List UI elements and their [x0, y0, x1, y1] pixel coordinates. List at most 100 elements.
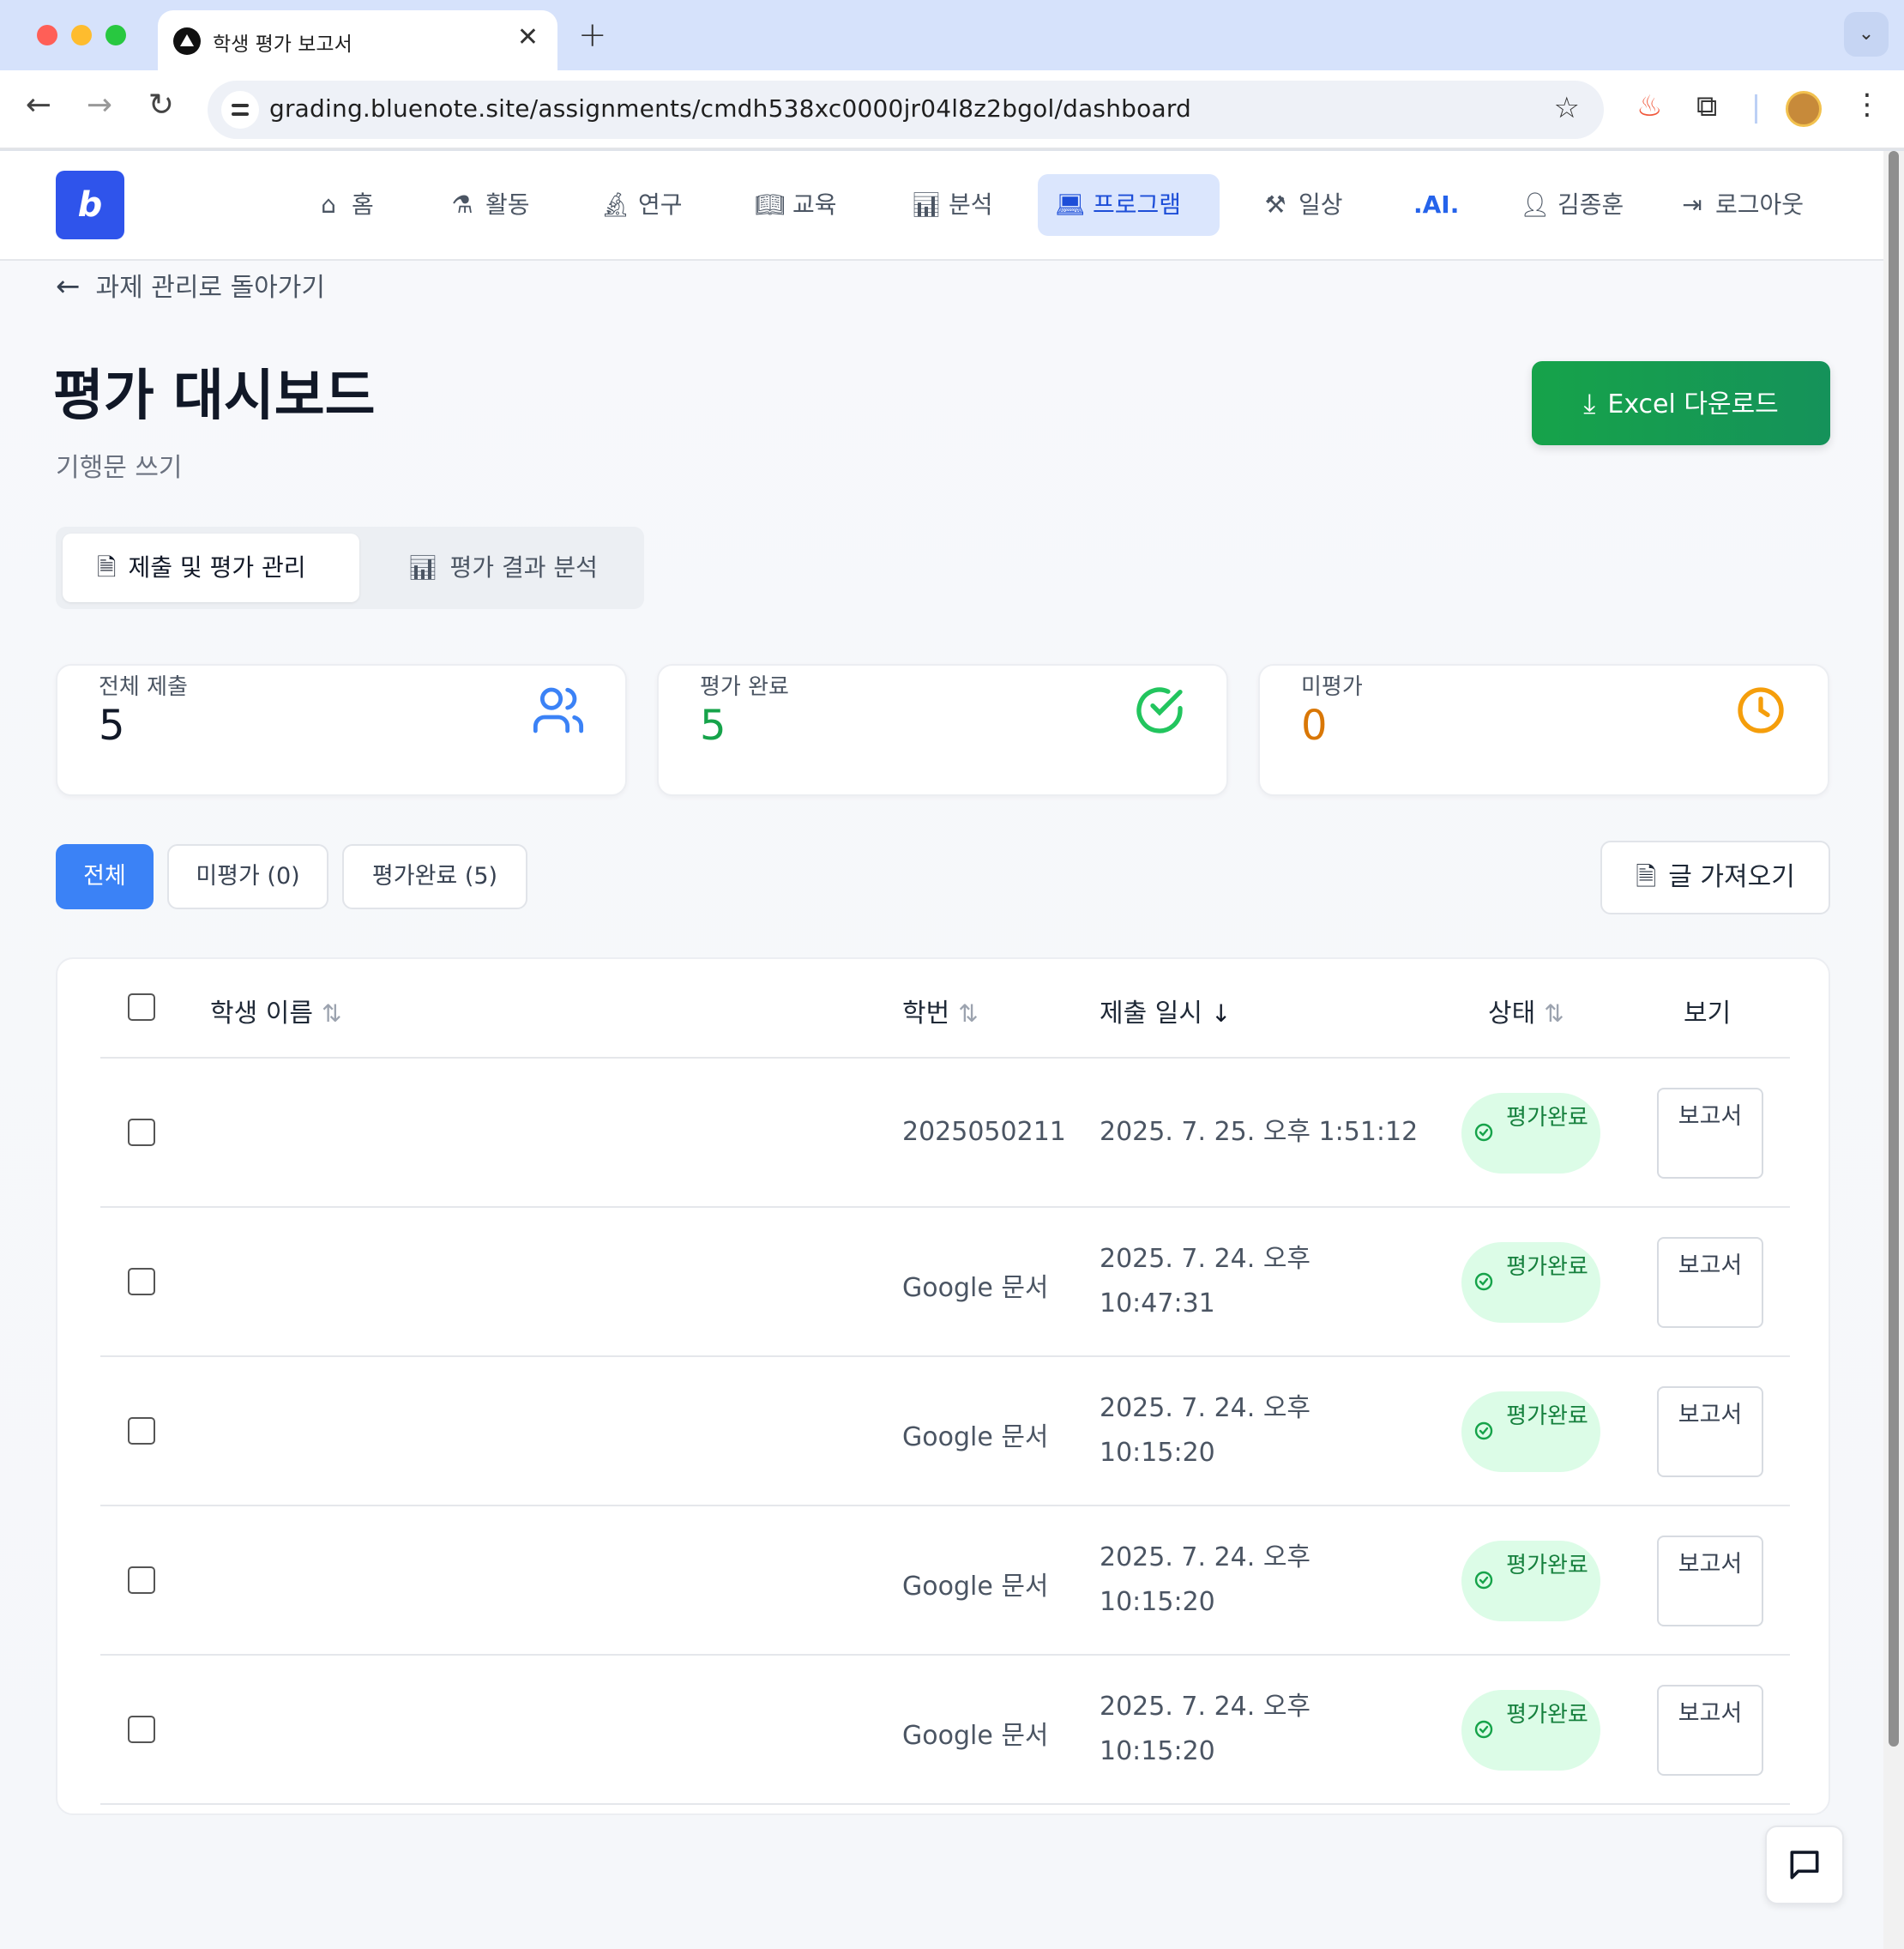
more-menu-icon[interactable]: ⋮	[1853, 87, 1882, 122]
student-id: 2025050211	[902, 1117, 1066, 1147]
nav-label: 김종훈	[1558, 190, 1624, 219]
row-checkbox[interactable]	[128, 1566, 155, 1594]
logout-icon: ⇥	[1682, 190, 1702, 219]
nav-daily[interactable]: ⚒ 일상	[1244, 174, 1360, 236]
chevron-down-icon[interactable]: ⌄	[1844, 12, 1889, 57]
status-text: 평가완료	[1506, 1403, 1588, 1429]
view-report-button[interactable]: 보고서	[1657, 1386, 1763, 1477]
site-logo[interactable]: b	[56, 171, 124, 239]
browser-tab[interactable]: 학생 평가 보고서 ✕	[158, 10, 557, 70]
new-tab-button[interactable]: +	[578, 15, 607, 55]
site-settings-icon[interactable]	[221, 91, 259, 129]
nav-activity[interactable]: ⚗ 활동	[431, 174, 547, 236]
favicon-icon	[173, 27, 201, 55]
stat-value: 5	[99, 702, 125, 750]
nav-education[interactable]: 📖︎ 교육	[738, 174, 854, 236]
check-circle-icon	[1474, 1421, 1493, 1440]
nav-logout[interactable]: ⇥ 로그아웃	[1660, 174, 1821, 236]
nav-home[interactable]: ⌂ 홈	[297, 174, 391, 236]
column-header-status[interactable]: 상태 ⇅	[1488, 992, 1564, 1029]
page: b ⌂ 홈 ⚗ 활동 🔬︎ 연구 📖︎ 교육 📊︎ 분석 💻︎ 프로그램 ⚒ 일상 .AI. …	[0, 151, 1883, 1949]
page-title: 평가 대시보드	[53, 365, 376, 428]
row-checkbox[interactable]	[128, 1417, 155, 1445]
student-id: Google 문서	[902, 1422, 1049, 1452]
table-row: Google 문서 2025. 7. 24. 오후 10:15:20 평가완료 …	[100, 1656, 1790, 1805]
page-subtitle: 기행문 쓰기	[56, 453, 183, 483]
student-id: Google 문서	[902, 1273, 1049, 1303]
sort-icon: ⇅	[958, 999, 979, 1028]
view-report-button[interactable]: 보고서	[1657, 1685, 1763, 1776]
hammer-icon: ⚒	[1264, 190, 1286, 219]
import-essays-button[interactable]: 🗎︎ 글 가져오기	[1600, 841, 1830, 914]
bar-chart-icon: 📊︎	[407, 553, 438, 582]
submitted-at: 2025. 7. 24. 오후 10:15:20	[1100, 1542, 1311, 1617]
nav-research[interactable]: 🔬︎ 연구	[583, 174, 700, 236]
page-scrollbar[interactable]	[1883, 151, 1904, 1949]
tab-label: 평가 결과 분석	[449, 553, 598, 582]
window-close-button[interactable]	[37, 25, 57, 45]
status-badge: 평가완료	[1461, 1541, 1600, 1621]
toolbar-divider	[1755, 94, 1757, 124]
tab-submission-management[interactable]: 🗎︎ 제출 및 평가 관리	[63, 534, 359, 602]
close-icon[interactable]: ✕	[517, 22, 539, 52]
submitted-at: 2025. 7. 24. 오후 10:15:20	[1100, 1393, 1311, 1468]
column-label: 학번	[902, 999, 950, 1029]
view-report-button[interactable]: 보고서	[1657, 1088, 1763, 1179]
row-checkbox[interactable]	[128, 1119, 155, 1146]
scrollbar-thumb[interactable]	[1889, 151, 1899, 1747]
window-maximize-button[interactable]	[105, 25, 126, 45]
nav-label: 활동	[485, 190, 530, 219]
excel-download-button[interactable]: ⤓ Excel 다운로드	[1532, 361, 1830, 445]
select-all-checkbox[interactable]	[128, 993, 155, 1021]
forward-arrow-icon[interactable]: →	[78, 87, 121, 123]
row-checkbox[interactable]	[128, 1716, 155, 1743]
back-arrow-icon[interactable]: ←	[17, 87, 60, 123]
stat-label: 전체 제출	[99, 674, 188, 700]
back-link[interactable]: ← 과제 관리로 돌아가기	[56, 266, 325, 304]
nav-label: 로그아웃	[1715, 190, 1805, 219]
back-link-label: 과제 관리로 돌아가기	[95, 273, 325, 303]
url-text[interactable]: grading.bluenote.site/assignments/cmdh53…	[269, 94, 1191, 123]
column-header-name[interactable]: 학생 이름 ⇅	[210, 992, 341, 1029]
tab-title: 학생 평가 보고서	[213, 33, 352, 56]
view-report-button[interactable]: 보고서	[1657, 1536, 1763, 1626]
profile-avatar[interactable]	[1786, 91, 1822, 127]
flame-extension-icon[interactable]: ♨	[1636, 89, 1662, 124]
laptop-icon: 💻︎	[1055, 190, 1086, 219]
table-row: Google 문서 2025. 7. 24. 오후 10:15:20 평가완료 …	[100, 1357, 1790, 1506]
filter-pending[interactable]: 미평가 (0)	[167, 844, 328, 909]
nav-label: 홈	[352, 190, 374, 219]
import-label: 글 가져오기	[1668, 862, 1795, 892]
view-report-button[interactable]: 보고서	[1657, 1237, 1763, 1328]
nav-program[interactable]: 💻︎ 프로그램	[1038, 174, 1220, 236]
check-circle-icon	[1474, 1272, 1493, 1291]
tab-result-analysis[interactable]: 📊︎ 평가 결과 분석	[373, 534, 632, 602]
stat-label: 평가 완료	[700, 674, 789, 700]
extensions-puzzle-icon[interactable]: ⧉	[1696, 89, 1717, 124]
check-circle-icon	[1136, 687, 1183, 733]
bar-chart-icon: 📊︎	[911, 190, 942, 219]
nav-ai[interactable]: .AI.	[1396, 174, 1476, 236]
column-header-id[interactable]: 학번 ⇅	[902, 992, 979, 1029]
column-header-view: 보기	[1684, 992, 1731, 1029]
filter-all[interactable]: 전체	[56, 844, 154, 909]
submitted-at: 2025. 7. 25. 오후 1:51:12	[1100, 1117, 1419, 1147]
view-tabs: 🗎︎ 제출 및 평가 관리 📊︎ 평가 결과 분석	[56, 527, 644, 609]
chat-button[interactable]	[1765, 1825, 1844, 1904]
nav-user[interactable]: 👤︎ 김종훈	[1503, 174, 1641, 236]
column-header-date[interactable]: 제출 일시 ↓	[1100, 992, 1231, 1029]
address-bar[interactable]: grading.bluenote.site/assignments/cmdh53…	[208, 81, 1604, 139]
sort-icon: ⇅	[321, 999, 342, 1028]
site-header: b ⌂ 홈 ⚗ 활동 🔬︎ 연구 📖︎ 교육 📊︎ 분석 💻︎ 프로그램 ⚒ 일상 .AI. …	[0, 151, 1883, 261]
bookmark-star-icon[interactable]: ☆	[1554, 91, 1580, 125]
nav-label: 분석	[949, 190, 993, 219]
student-id: Google 문서	[902, 1572, 1049, 1602]
nav-label: 교육	[792, 190, 837, 219]
reload-icon[interactable]: ↻	[140, 87, 183, 123]
check-circle-icon	[1474, 1123, 1493, 1142]
window-minimize-button[interactable]	[71, 25, 92, 45]
filter-completed[interactable]: 평가완료 (5)	[342, 844, 527, 909]
nav-analysis[interactable]: 📊︎ 분석	[894, 174, 1010, 236]
row-checkbox[interactable]	[128, 1268, 155, 1295]
status-text: 평가완료	[1506, 1254, 1588, 1280]
